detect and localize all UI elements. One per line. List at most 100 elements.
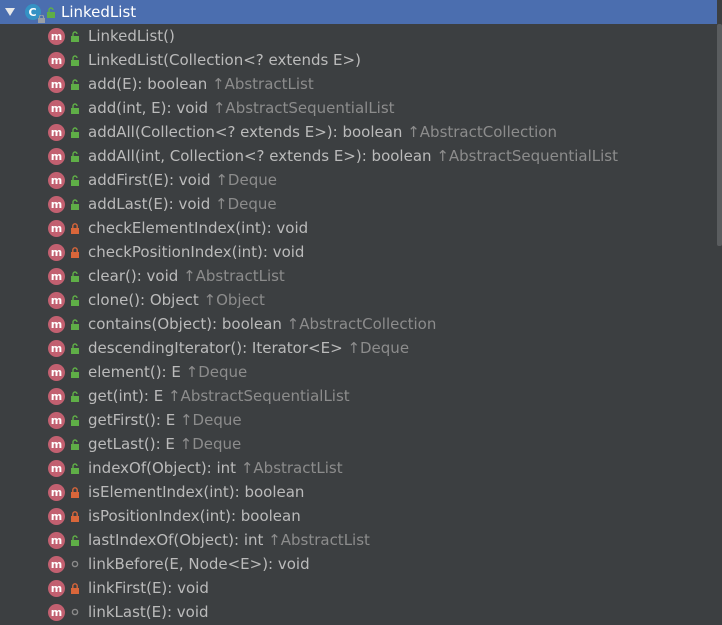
inherited-from-label: ↑AbstractSequentialList: [212, 99, 395, 117]
public-lock-icon: [70, 270, 80, 282]
inherited-from-label: ↑AbstractList: [268, 531, 370, 549]
tree-item-method[interactable]: m add(int, E): void ↑AbstractSequentialLi…: [0, 96, 716, 120]
method-icon: m: [48, 387, 65, 405]
inherited-from-label: ↑AbstractList: [183, 267, 285, 285]
tree-item-method[interactable]: m linkFirst(E): void: [0, 576, 716, 600]
public-lock-icon: [70, 438, 80, 450]
method-signature: indexOf(Object): int: [88, 459, 237, 477]
inherited-from-label: ↑Deque: [185, 363, 248, 381]
triangle-down-icon: [5, 8, 15, 16]
tree-item-method[interactable]: m LinkedList(Collection<? extends E>): [0, 48, 716, 72]
tree-root-linkedlist[interactable]: C LinkedList: [0, 0, 722, 24]
class-icon: C: [25, 4, 45, 23]
method-signature: addAll(Collection<? extends E>): boolean: [88, 123, 403, 141]
vertical-scrollbar[interactable]: [717, 0, 722, 625]
method-icon: m: [48, 123, 65, 141]
inherited-from-label: ↑Deque: [179, 435, 242, 453]
method-signature: clear(): void: [88, 267, 179, 285]
method-icon: m: [48, 507, 65, 525]
public-lock-icon: [70, 294, 80, 306]
method-icon: m: [48, 147, 65, 165]
tree-item-method[interactable]: m checkElementIndex(int): void: [0, 216, 716, 240]
public-lock-icon: [70, 390, 80, 402]
method-icon: m: [48, 171, 65, 189]
tree-item-method[interactable]: m isPositionIndex(int): boolean: [0, 504, 716, 528]
method-signature: addLast(E): void: [88, 195, 211, 213]
method-signature: isElementIndex(int): boolean: [88, 483, 305, 501]
private-lock-icon: [70, 582, 80, 594]
tree-item-method[interactable]: m clear(): void ↑AbstractList: [0, 264, 716, 288]
private-lock-icon: [70, 222, 80, 234]
public-lock-icon: [70, 318, 80, 330]
method-signature: isPositionIndex(int): boolean: [88, 507, 301, 525]
method-icon: m: [48, 363, 65, 381]
method-signature: element(): E: [88, 363, 181, 381]
tree-item-method[interactable]: m indexOf(Object): int ↑AbstractList: [0, 456, 716, 480]
public-lock-icon: [70, 174, 80, 186]
scrollbar-thumb[interactable]: [717, 24, 722, 246]
public-lock-icon: [70, 462, 80, 474]
method-icon: m: [48, 579, 65, 597]
inherited-from-label: ↑AbstractList: [212, 75, 314, 93]
method-signature: descendingIterator(): Iterator<E>: [88, 339, 343, 357]
method-icon: m: [48, 291, 65, 309]
tree-item-method[interactable]: m add(E): boolean ↑AbstractList: [0, 72, 716, 96]
public-lock-icon: [70, 54, 80, 66]
tree-item-method[interactable]: m addAll(int, Collection<? extends E>): b…: [0, 144, 716, 168]
package-private-icon: [70, 606, 80, 618]
tree-item-method[interactable]: m addLast(E): void ↑Deque: [0, 192, 716, 216]
public-lock-icon: [70, 342, 80, 354]
method-icon: m: [48, 243, 65, 261]
method-icon: m: [48, 435, 65, 453]
tree-item-method[interactable]: m get(int): E ↑AbstractSequentialList: [0, 384, 716, 408]
inherited-from-label: ↑Deque: [179, 411, 242, 429]
tree-item-method[interactable]: m getLast(): E ↑Deque: [0, 432, 716, 456]
method-signature: addAll(int, Collection<? extends E>): bo…: [88, 147, 432, 165]
inherited-from-label: ↑AbstractList: [240, 459, 343, 477]
method-signature: checkPositionIndex(int): void: [88, 243, 305, 261]
method-icon: m: [48, 99, 65, 117]
public-lock-icon: [70, 414, 80, 426]
method-icon: m: [48, 603, 65, 621]
method-signature: get(int): E: [88, 387, 164, 405]
public-lock-icon: [70, 366, 80, 378]
method-signature: clone(): Object: [88, 291, 199, 309]
method-icon: m: [48, 459, 65, 477]
method-icon: m: [48, 195, 65, 213]
method-signature: lastIndexOf(Object): int: [88, 531, 264, 549]
public-lock-icon: [70, 150, 80, 162]
public-lock-icon: [70, 78, 80, 90]
method-signature: LinkedList(): [88, 27, 175, 45]
tree-item-method[interactable]: m LinkedList(): [0, 24, 716, 48]
tree-item-method[interactable]: m addAll(Collection<? extends E>): boolea…: [0, 120, 716, 144]
public-visibility-icon: [47, 6, 55, 18]
tree-item-method[interactable]: m lastIndexOf(Object): int ↑AbstractList: [0, 528, 716, 552]
tree-item-method[interactable]: m clone(): Object ↑Object: [0, 288, 716, 312]
tree-item-method[interactable]: m addFirst(E): void ↑Deque: [0, 168, 716, 192]
method-signature: add(int, E): void: [88, 99, 209, 117]
method-signature: LinkedList(Collection<? extends E>): [88, 51, 361, 69]
public-lock-icon: [70, 30, 80, 42]
public-lock-icon: [70, 126, 80, 138]
tree-item-method[interactable]: m contains(Object): boolean ↑AbstractColl…: [0, 312, 716, 336]
tree-item-method[interactable]: m isElementIndex(int): boolean: [0, 480, 716, 504]
collapse-toggle[interactable]: [3, 0, 17, 24]
tree-item-method[interactable]: m linkLast(E): void: [0, 600, 716, 624]
tree-item-method[interactable]: m descendingIterator(): Iterator<E> ↑Dequ…: [0, 336, 716, 360]
tree-item-method[interactable]: m element(): E ↑Deque: [0, 360, 716, 384]
lock-icon: [38, 15, 45, 23]
method-icon: m: [48, 27, 65, 45]
method-signature: add(E): boolean: [88, 75, 208, 93]
method-signature: checkElementIndex(int): void: [88, 219, 309, 237]
method-signature: linkFirst(E): void: [88, 579, 209, 597]
method-icon: m: [48, 219, 65, 237]
tree-item-method[interactable]: m checkPositionIndex(int): void: [0, 240, 716, 264]
method-icon: m: [48, 315, 65, 333]
private-lock-icon: [70, 510, 80, 522]
method-icon: m: [48, 75, 65, 93]
method-signature: getFirst(): E: [88, 411, 176, 429]
tree-item-method[interactable]: m linkBefore(E, Node<E>): void: [0, 552, 716, 576]
tree-item-method[interactable]: m getFirst(): E ↑Deque: [0, 408, 716, 432]
public-lock-icon: [70, 198, 80, 210]
inherited-from-label: ↑Object: [203, 291, 265, 309]
